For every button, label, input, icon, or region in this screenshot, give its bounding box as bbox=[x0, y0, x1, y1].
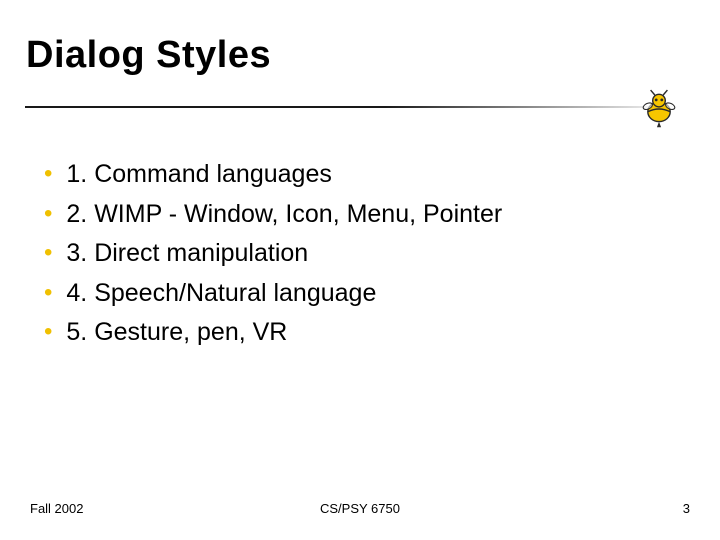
list-item: • 5. Gesture, pen, VR bbox=[44, 314, 664, 352]
list-item: • 4. Speech/Natural language bbox=[44, 275, 664, 313]
list-item-text: 5. Gesture, pen, VR bbox=[66, 314, 664, 352]
bullet-icon: • bbox=[44, 156, 52, 192]
footer-page-number: 3 bbox=[683, 501, 690, 516]
title-rule bbox=[25, 100, 680, 130]
list-item: • 2. WIMP - Window, Icon, Menu, Pointer bbox=[44, 196, 664, 234]
bullet-icon: • bbox=[44, 314, 52, 350]
bullet-list: • 1. Command languages • 2. WIMP - Windo… bbox=[44, 156, 664, 354]
mascot-icon bbox=[638, 88, 680, 130]
list-item-text: 1. Command languages bbox=[66, 156, 664, 194]
list-item-text: 4. Speech/Natural language bbox=[66, 275, 664, 313]
list-item: • 3. Direct manipulation bbox=[44, 235, 664, 273]
slide: Dialog Styles • 1. Command langua bbox=[0, 0, 720, 540]
bullet-icon: • bbox=[44, 196, 52, 232]
bullet-icon: • bbox=[44, 235, 52, 271]
bullet-icon: • bbox=[44, 275, 52, 311]
list-item-text: 3. Direct manipulation bbox=[66, 235, 664, 273]
footer-course: CS/PSY 6750 bbox=[0, 501, 720, 516]
list-item: • 1. Command languages bbox=[44, 156, 664, 194]
divider-line bbox=[25, 106, 680, 108]
page-title: Dialog Styles bbox=[26, 34, 271, 77]
list-item-text: 2. WIMP - Window, Icon, Menu, Pointer bbox=[66, 196, 664, 234]
